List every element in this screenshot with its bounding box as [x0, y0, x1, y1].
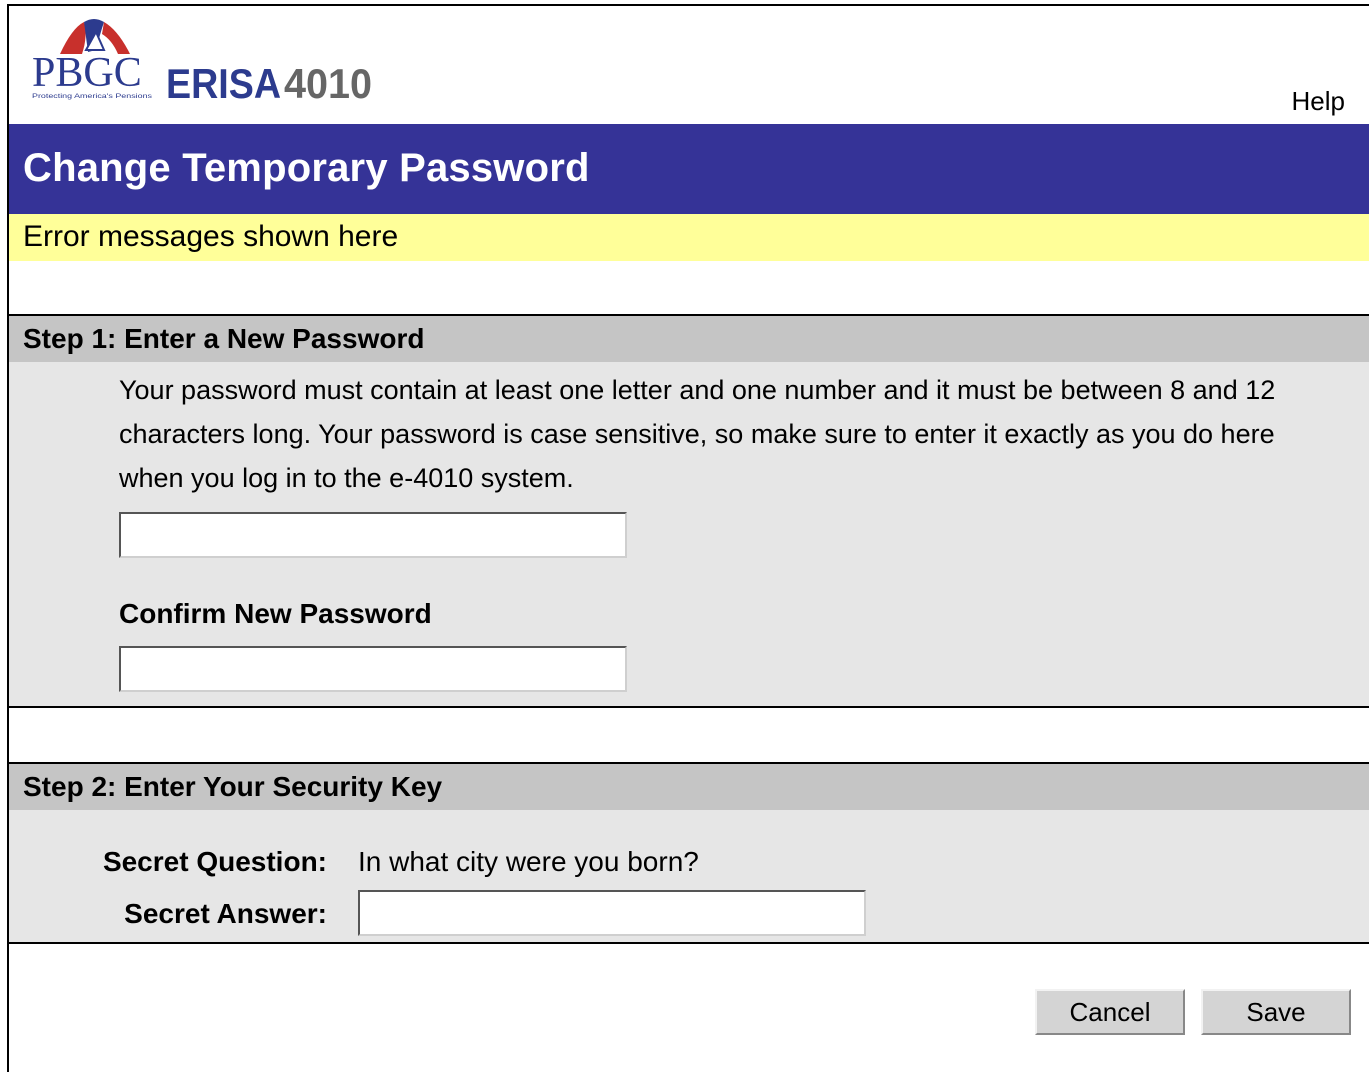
eagle-emblem-icon [60, 19, 130, 54]
help-link[interactable]: Help [1292, 86, 1345, 117]
secret-answer-label: Secret Answer: [124, 898, 327, 929]
cancel-button[interactable]: Cancel [1035, 989, 1185, 1035]
pbgc-erisa-logo: PBGC ERISA 4010 Protecting America's Pen… [32, 19, 372, 107]
password-instructions: Your password must contain at least one … [119, 375, 1276, 493]
step2-title: Step 2: Enter Your Security Key [23, 771, 443, 802]
logo-erisa-text: ERISA [166, 60, 281, 107]
logo-pbgc-text: PBGC [32, 50, 142, 96]
confirm-password-input[interactable] [119, 646, 627, 692]
new-password-input[interactable] [119, 512, 627, 558]
secret-question-value: In what city were you born? [358, 846, 699, 877]
save-button[interactable]: Save [1201, 989, 1351, 1035]
secret-question-label: Secret Question: [102, 846, 327, 877]
step1-header: Step 1: Enter a New Password [9, 314, 1369, 362]
error-message-bar: Error messages shown here [9, 214, 1369, 261]
step1-title: Step 1: Enter a New Password [23, 323, 425, 354]
step2-section: Step 2: Enter Your Security Key Secret Q… [9, 762, 1369, 944]
secret-answer-input[interactable] [358, 890, 866, 936]
page-title: Change Temporary Password [23, 146, 590, 190]
logo-number-text: 4010 [284, 60, 372, 107]
confirm-password-label: Confirm New Password [119, 598, 432, 629]
title-bar: Change Temporary Password [9, 124, 1369, 214]
step1-section: Step 1: Enter a New Password Your passwo… [9, 314, 1369, 708]
logo-tagline-text: Protecting America's Pensions [32, 94, 152, 100]
error-message-text: Error messages shown here [23, 220, 399, 253]
step2-header: Step 2: Enter Your Security Key [9, 762, 1369, 810]
